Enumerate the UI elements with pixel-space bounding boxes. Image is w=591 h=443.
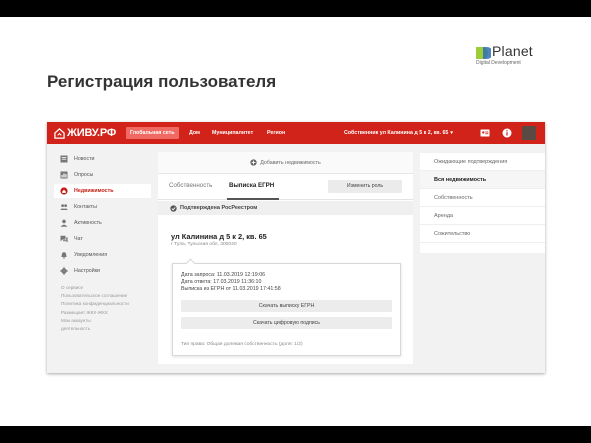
sidebar-item-label: Чат [74,236,83,242]
logo-subtitle: Digital Development [476,60,521,66]
add-realty-button[interactable]: Добавить недвижимость [158,152,413,174]
bell-icon [61,252,67,259]
download-signature-button[interactable]: Скачать цифровую подпись [181,317,392,329]
contacts-icon [60,204,68,210]
realty-filter-list: Ожидающие подтверждения Вся недвижимость… [420,153,545,253]
plus-circle-icon [250,159,257,166]
sidebar-item-label: Новости [74,156,95,162]
nav-municipality[interactable]: Муниципалитет [208,127,257,139]
footer-link-activity[interactable]: деятельность [61,325,129,333]
request-date: Дата запроса: 11.03.2019 12:19:06 [181,272,266,278]
sidebar-item-label: Активность [74,220,102,226]
sidebar-item-chat[interactable]: Чат [54,232,151,246]
footer-link-agreement[interactable]: Пользовательское соглашение [61,292,129,300]
footer-links: О сервисе Пользовательское соглашение По… [61,284,129,333]
sidebar-item-settings[interactable]: Настройки [54,264,151,278]
id-card-icon[interactable] [480,128,490,138]
nav-house[interactable]: Дом [185,127,204,139]
sidebar-item-label: Недвижимость [74,188,114,194]
owner-selector[interactable]: Собственник ул Калинина д 5 к 2, кв. 65 ▾ [344,127,453,139]
sidebar-item-label: Настройки [74,268,100,274]
sidebar-item-label: Опросы [74,172,94,178]
newspaper-icon [60,155,68,163]
extract-date: Выписка из ЕГРН от 11.03.2019 17:41:58 [181,286,281,292]
tab-egrn-extract[interactable]: Выписка ЕГРН [229,182,274,189]
slide-title: Регистрация пользователя [47,72,277,91]
owner-label: Собственник ул Калинина д 5 к 2, кв. 65 [344,130,449,136]
house-logo-icon [54,127,65,139]
person-icon [60,219,68,227]
verification-banner: Подтверждена РосРеестром [158,201,413,215]
sidebar-item-activity[interactable]: Активность [54,216,151,230]
chevron-down-icon: ▾ [450,130,453,136]
filter-all-realty[interactable]: Вся недвижимость [420,171,545,189]
card-pointer [185,258,196,269]
footer-link-privacy[interactable]: Политика конфиденциальности [61,300,129,308]
sidebar-item-realty[interactable]: Недвижимость [54,184,151,198]
ownership-type: Тип права: Общая долевая собственность (… [181,342,303,347]
sidebar-item-label: Контакты [74,204,97,210]
change-role-button[interactable]: Изменить роль [328,180,402,193]
filter-rent[interactable]: Аренда [420,207,545,225]
download-extract-button[interactable]: Скачать выписку ЕГРН [181,300,392,312]
sidebar-item-label: Уведомления [74,252,108,258]
egrn-extract-card: Дата запроса: 11.03.2019 12:19:06 Дата о… [172,258,401,356]
check-circle-icon [170,204,177,212]
filter-cohabitation[interactable]: Сожительство [420,225,545,243]
footer-link-about[interactable]: О сервисе [61,284,129,292]
sidebar-item-contacts[interactable]: Контакты [54,200,151,214]
tab-ownership[interactable]: Собственность [169,182,212,189]
nav-global-network[interactable]: Глобальная сеть [126,127,179,139]
home-pin-icon [60,187,68,195]
realty-panel: Добавить недвижимость Собственность Выпи… [158,152,413,364]
logo-name: Planet [492,43,533,59]
property-address-sub: г Тула, Тульская обл, 300040 [171,242,237,247]
add-realty-label: Добавить недвижимость [260,159,321,166]
brand-name: ЖИВУ.РФ [67,127,117,139]
filter-pending[interactable]: Ожидающие подтверждения [420,153,545,171]
sidebar-item-polls[interactable]: Опросы [54,168,151,182]
chat-icon [60,235,68,243]
nav-region[interactable]: Регион [263,127,289,139]
realty-tabs: Собственность Выписка ЕГРН Изменить роль [158,174,413,200]
poll-icon [60,171,68,179]
brand-logo[interactable]: ЖИВУ.РФ [54,126,116,140]
property-address: ул Калинина д 5 к 2, кв. 65 [171,232,267,241]
gear-icon [60,267,68,275]
user-avatar[interactable] [522,126,536,140]
planet-logo-mark-icon [476,47,491,59]
sidebar-item-news[interactable]: Новости [54,152,151,166]
footer-link-hosting[interactable]: Размещает ЖКХ-ЖКХ [61,309,129,317]
app-screenshot: ЖИВУ.РФ Глобальная сеть Дом Муниципалите… [47,122,545,373]
planet-logo: Planet Digital Development [475,43,550,69]
top-letterbox [0,0,591,17]
active-tab-underline [227,198,279,200]
sidebar-item-notifications[interactable]: Уведомления [54,248,151,262]
info-icon[interactable] [502,128,512,138]
response-date: Дата ответа: 17.03.2019 11:36:10 [181,279,262,285]
bottom-letterbox [0,426,591,443]
verification-label: Подтверждена РосРеестром [180,205,258,211]
footer-link-accounts[interactable]: Мои аккаунты [61,317,129,325]
filter-ownership[interactable]: Собственность [420,189,545,207]
top-navbar: ЖИВУ.РФ Глобальная сеть Дом Муниципалите… [47,122,545,144]
